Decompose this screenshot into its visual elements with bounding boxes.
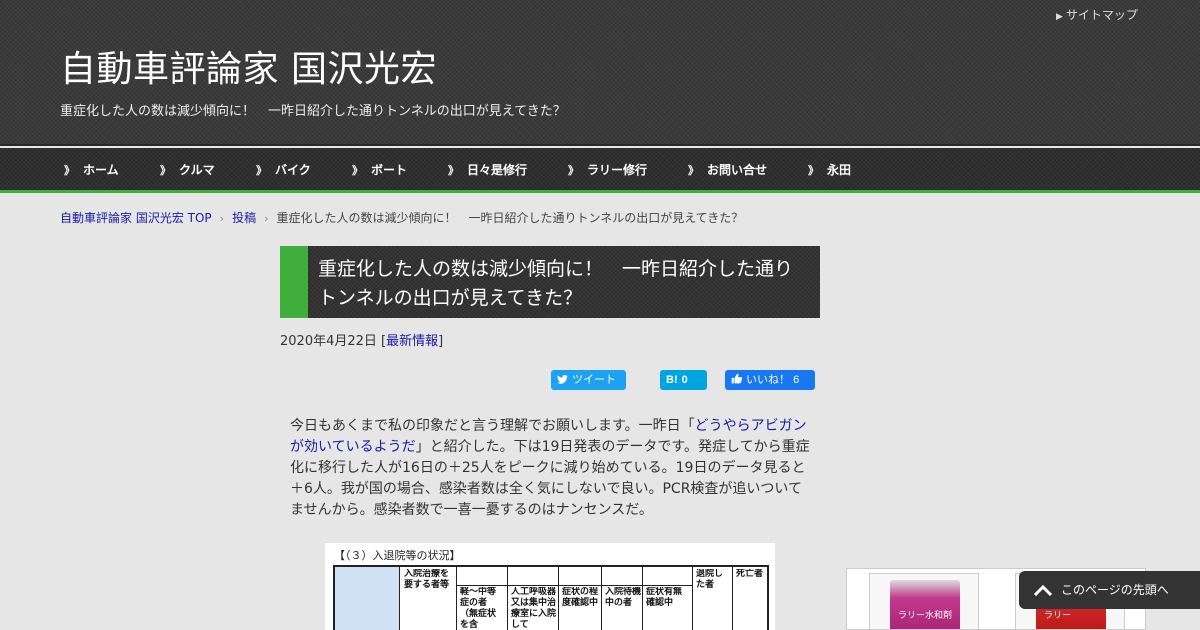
tweet-label: ツイート xyxy=(572,374,616,386)
nav-item-home[interactable]: 》ホーム xyxy=(64,148,119,193)
chevron-right-icon: › xyxy=(264,212,269,225)
nav-item-contact[interactable]: 》お問い合せ xyxy=(688,148,767,193)
chevron-right-icon: 》 xyxy=(352,164,363,177)
table-caption: 【（３）入退院等の状況】 xyxy=(334,549,461,562)
article-body: 今日もあくまで私の印象だと言う理解でお願いします。一昨日「どうやらアビガンが効い… xyxy=(290,416,814,521)
table-divider xyxy=(507,567,508,630)
back-to-top-label: このページの先頭へ xyxy=(1061,583,1169,597)
post-date: 2020年4月22日 xyxy=(280,334,377,349)
product-label: ラリー xyxy=(1044,611,1072,621)
table-divider xyxy=(692,567,693,630)
like-count: 6 xyxy=(793,374,800,386)
table-cell-deceased: 死亡者 xyxy=(736,569,764,579)
hatena-bookmark-button[interactable]: B! 0 xyxy=(660,370,707,390)
tweet-button[interactable]: ツイート xyxy=(551,370,626,390)
nav-item-label: ラリー修行 xyxy=(587,163,648,177)
table-divider xyxy=(601,567,602,630)
admission-status-table-image: 【（３）入退院等の状況】 入院治療を要する者等 軽～中等症の者（無症状を含 人工… xyxy=(325,543,775,630)
chevron-right-icon: › xyxy=(219,212,225,225)
chevron-right-icon: 》 xyxy=(160,164,171,177)
chevron-right-icon: 》 xyxy=(256,164,267,177)
chevron-right-icon: 》 xyxy=(448,164,459,177)
table-divider xyxy=(642,567,643,630)
article-text-before: 今日もあくまで私の印象だと言う理解でお願いします。一昨日「 xyxy=(290,418,695,434)
table-divider xyxy=(732,567,733,630)
table-divider xyxy=(558,567,559,630)
breadcrumb-home-link[interactable]: 自動車評論家 国沢光宏 TOP xyxy=(60,211,212,225)
nav-item-label: 永田 xyxy=(827,163,852,177)
breadcrumb-current: 重症化した人の数は減少傾向に！ 一昨日紹介した通りトンネルの出口が見えてきた？ xyxy=(276,211,744,225)
table-cell-symptom-check: 症状有無確認中 xyxy=(646,587,683,608)
chevron-right-icon: 》 xyxy=(64,164,75,177)
table-cell-waiting: 入院待機中の者 xyxy=(605,587,641,608)
hatena-count: 0 xyxy=(681,374,688,386)
main-nav: 》ホーム 》クルマ 》バイク 》ボート 》日々是修行 》ラリー修行 》お問い合せ… xyxy=(0,148,1200,193)
table-cell-severity-check: 症状の程度確認中 xyxy=(562,587,599,608)
nav-item-rally[interactable]: 》ラリー修行 xyxy=(568,148,647,193)
nav-item-label: ホーム xyxy=(83,163,119,177)
like-label: いいね！ xyxy=(746,374,790,386)
post-title-box: 重症化した人の数は減少傾向に！ 一昨日紹介した通りトンネルの出口が見えてきた？ xyxy=(280,246,820,318)
product-package-image: ラリー水和剤 xyxy=(890,580,960,629)
chevron-up-icon xyxy=(1033,584,1053,596)
nav-item-label: お問い合せ xyxy=(707,163,768,177)
table-divider xyxy=(456,567,457,630)
facebook-like-button[interactable]: いいね！ 6 xyxy=(725,370,815,390)
site-header: ▶ サイトマップ 自動車評論家 国沢光宏 重症化した人の数は減少傾向に！ 一昨日紹… xyxy=(0,0,1200,146)
product-label: ラリー水和剤 xyxy=(898,611,953,621)
hatena-label: B! xyxy=(666,374,678,386)
nav-item-label: バイク xyxy=(275,163,311,177)
table-divider xyxy=(456,585,692,586)
site-description: 重症化した人の数は減少傾向に！ 一昨日紹介した通りトンネルの出口が見えてきた？ xyxy=(60,104,566,119)
table-cell-discharged: 退院した者 xyxy=(696,569,724,590)
nav-item-car[interactable]: 》クルマ xyxy=(160,148,215,193)
sitemap-link[interactable]: ▶ サイトマップ xyxy=(1056,6,1138,23)
post-category-link[interactable]: 最新情報 xyxy=(386,334,438,349)
chevron-right-icon: 》 xyxy=(688,164,699,177)
nav-item-label: ボート xyxy=(371,163,408,177)
twitter-bird-icon xyxy=(557,370,568,390)
nav-item-boat[interactable]: 》ボート xyxy=(352,148,407,193)
breadcrumb-section-link[interactable]: 投稿 xyxy=(232,211,256,225)
table-grid: 入院治療を要する者等 軽～中等症の者（無症状を含 人工呼吸器又は集中治療室に入院… xyxy=(333,565,769,630)
sitemap-label: サイトマップ xyxy=(1065,8,1138,22)
thumbs-up-icon xyxy=(731,370,743,390)
table-divider xyxy=(399,567,400,630)
site-title[interactable]: 自動車評論家 国沢光宏 xyxy=(60,40,437,92)
breadcrumb: 自動車評論家 国沢光宏 TOP › 投稿 › 重症化した人の数は減少傾向に！ 一昨日紹介… xyxy=(60,209,743,226)
chevron-right-icon: 》 xyxy=(808,164,819,177)
nav-item-bike[interactable]: 》バイク xyxy=(256,148,311,193)
nav-item-label: 日々是修行 xyxy=(467,163,528,177)
table-cell-admitted: 入院治療を要する者等 xyxy=(404,569,450,590)
nav-item-daily[interactable]: 》日々是修行 xyxy=(448,148,527,193)
table-header-blank-cell xyxy=(335,567,399,630)
nav-item-label: クルマ xyxy=(179,163,215,177)
chevron-right-icon: 》 xyxy=(568,164,579,177)
table-cell-mild: 軽～中等症の者（無症状を含 xyxy=(460,587,497,630)
table-cell-ventilator: 人工呼吸器又は集中治療室に入院して xyxy=(511,587,556,630)
nav-item-nagata[interactable]: 》永田 xyxy=(808,148,851,193)
product-thumbnail[interactable]: ラリー水和剤 xyxy=(869,573,979,629)
triangle-right-icon: ▶ xyxy=(1056,11,1063,21)
post-meta: 2020年4月22日 [最新情報] xyxy=(280,334,444,349)
post-title: 重症化した人の数は減少傾向に！ 一昨日紹介した通りトンネルの出口が見えてきた？ xyxy=(318,258,794,309)
back-to-top-button[interactable]: このページの先頭へ xyxy=(1019,571,1200,609)
